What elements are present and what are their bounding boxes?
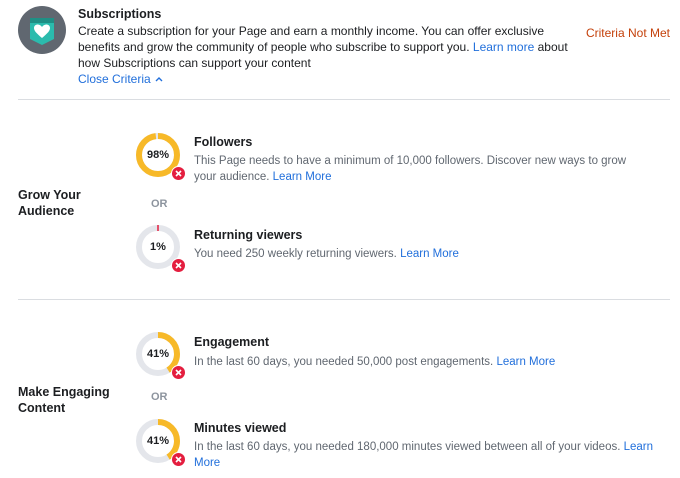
header-description: Create a subscription for your Page and … [78, 23, 578, 71]
or-separator: OR [151, 198, 168, 210]
not-met-icon [171, 365, 186, 380]
criterion-desc-text: In the last 60 days, you needed 180,000 … [194, 441, 621, 453]
learn-more-link-returning-viewers[interactable]: Learn More [400, 248, 459, 260]
group-label-engaging-content: Make Engaging Content [18, 385, 110, 415]
learn-more-link-engagement[interactable]: Learn More [496, 356, 555, 368]
criterion-title-returning-viewers: Returning viewers [194, 228, 303, 242]
progress-ring-engagement: 41% [135, 331, 186, 380]
progress-ring-followers: 98% [135, 132, 186, 181]
progress-ring-returning-viewers: 1% [135, 224, 186, 273]
chevron-up-icon [155, 76, 163, 82]
status-badge: Criteria Not Met [585, 26, 670, 40]
criterion-desc-followers: This Page needs to have a minimum of 10,… [194, 153, 644, 185]
criterion-desc-text: In the last 60 days, you needed 50,000 p… [194, 356, 494, 368]
criterion-desc-returning-viewers: You need 250 weekly returning viewers. L… [194, 246, 644, 262]
learn-more-link-followers[interactable]: Learn More [273, 171, 332, 183]
criterion-desc-engagement: In the last 60 days, you needed 50,000 p… [194, 354, 644, 370]
criterion-desc-text: You need 250 weekly returning viewers. [194, 248, 397, 260]
learn-more-link[interactable]: Learn more [473, 40, 534, 54]
progress-ring-minutes-viewed: 41% [135, 418, 186, 467]
close-criteria-label: Close Criteria [78, 72, 151, 86]
not-met-icon [171, 452, 186, 467]
divider [18, 299, 670, 300]
criterion-title-followers: Followers [194, 135, 253, 149]
subscriptions-heart-badge-icon [18, 6, 66, 54]
criterion-title-engagement: Engagement [194, 335, 270, 349]
divider [18, 99, 670, 100]
close-criteria-button[interactable]: Close Criteria [78, 72, 163, 86]
criterion-title-minutes-viewed: Minutes viewed [194, 421, 287, 435]
criterion-desc-minutes-viewed: In the last 60 days, you needed 180,000 … [194, 439, 674, 471]
not-met-icon [171, 258, 186, 273]
not-met-icon [171, 166, 186, 181]
or-separator: OR [151, 391, 168, 403]
criterion-desc-text: This Page needs to have a minimum of 10,… [194, 155, 627, 183]
page-title: Subscriptions [78, 7, 162, 21]
group-label-grow-audience: Grow Your Audience [18, 188, 81, 218]
